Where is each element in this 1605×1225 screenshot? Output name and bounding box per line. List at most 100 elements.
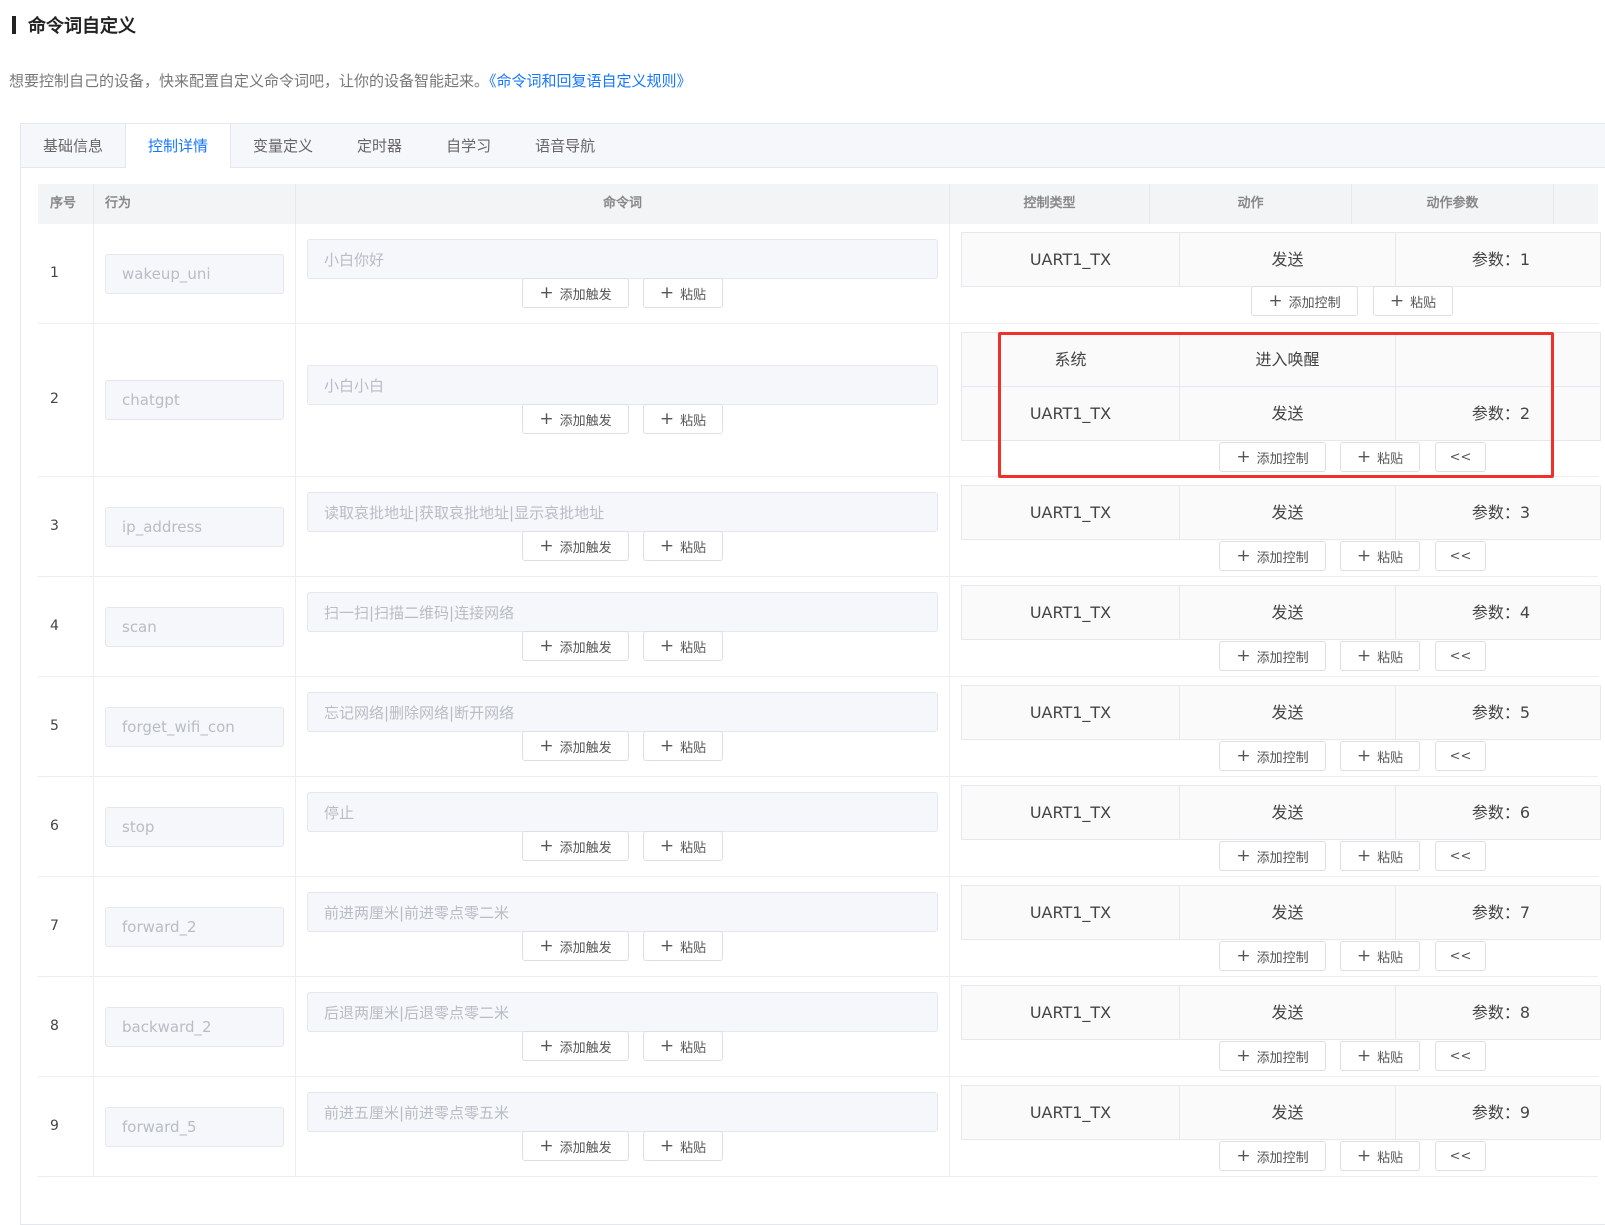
control-action: 发送 [1180,886,1396,939]
behavior-input[interactable]: stop [105,806,284,847]
control-item: UART1_TX 发送 参数：5 [962,686,1600,739]
plus-icon: + [659,635,675,656]
add-trigger-button[interactable]: + 添加触发 [522,831,629,861]
cell-command: 读取哀批地址|获取哀批地址|显示哀批地址 + 添加触发 + 粘贴 [296,477,950,576]
paste-control-button[interactable]: + 粘贴 [1340,442,1420,472]
add-trigger-button[interactable]: + 添加触发 [522,631,629,661]
plus-icon: + [1356,945,1372,966]
paste-control-button[interactable]: + 粘贴 [1340,541,1420,571]
paste-button[interactable]: + 粘贴 [643,631,723,661]
paste-button[interactable]: + 粘贴 [643,931,723,961]
collapse-button-label: << [1449,1048,1472,1064]
add-trigger-button[interactable]: + 添加触发 [522,531,629,561]
control-action: 发送 [1180,387,1396,440]
row-number: 3 [50,517,59,534]
behavior-input[interactable]: chatgpt [105,380,284,420]
behavior-input[interactable]: wakeup_uni [105,253,284,294]
command-input[interactable]: 后退两厘米|后退零点零二米 [307,992,938,1032]
add-control-button[interactable]: + 添加控制 [1219,1041,1326,1071]
paste-control-button[interactable]: + 粘贴 [1340,1041,1420,1071]
plus-icon: + [659,408,675,429]
collapse-button[interactable]: << [1435,1041,1486,1071]
tab-1[interactable]: 基础信息 [21,124,125,167]
add-control-button[interactable]: + 添加控制 [1251,286,1358,316]
tab-panel: 基础信息 控制详情 变量定义 定时器 自学习 语音导航 序号 行为 命令词 控制类型 动作… [20,123,1605,1225]
tab-6[interactable]: 语音导航 [513,124,617,167]
behavior-input[interactable]: forward_5 [105,1106,284,1147]
collapse-button[interactable]: << [1435,641,1486,671]
behavior-input[interactable]: forward_2 [105,906,284,947]
cell-command: 扫一扫|扫描二维码|连接网络 + 添加触发 + 粘贴 [296,577,950,676]
add-trigger-button[interactable]: + 添加触发 [522,404,629,434]
collapse-button[interactable]: << [1435,1141,1486,1171]
paste-control-button[interactable]: + 粘贴 [1340,941,1420,971]
tab-2[interactable]: 控制详情 [125,124,232,168]
collapse-button-label: << [1449,1148,1472,1164]
rules-link[interactable]: 《命令词和回复语自定义规则》 [489,72,692,90]
collapse-button[interactable]: << [1435,741,1486,771]
add-control-button[interactable]: + 添加控制 [1219,741,1326,771]
plus-icon: + [1356,1045,1372,1066]
cell-no: 1 [38,224,94,323]
plus-icon: + [1356,645,1372,666]
control-type: UART1_TX [962,586,1180,639]
command-input[interactable]: 读取哀批地址|获取哀批地址|显示哀批地址 [307,492,938,532]
behavior-input[interactable]: ip_address [105,506,284,547]
paste-button[interactable]: + 粘贴 [643,1131,723,1161]
command-input[interactable]: 前进两厘米|前进零点零二米 [307,892,938,932]
cell-no: 7 [38,877,94,976]
add-control-button[interactable]: + 添加控制 [1219,941,1326,971]
command-input[interactable]: 前进五厘米|前进零点零五米 [307,1092,938,1132]
collapse-button[interactable]: << [1435,541,1486,571]
tab-4[interactable]: 定时器 [335,124,424,167]
control-type: 系统 [962,333,1180,386]
command-input[interactable]: 小白小白 [307,365,938,405]
add-control-button[interactable]: + 添加控制 [1219,442,1326,472]
cell-no: 4 [38,577,94,676]
paste-button[interactable]: + 粘贴 [643,531,723,561]
add-trigger-button[interactable]: + 添加触发 [522,1031,629,1061]
cell-controls: 系统 进入唤醒 UART1_TX 发送 参数：2 + 添加控制 + 粘贴 << [950,324,1601,476]
cell-behavior: wakeup_uni [94,224,296,323]
command-input[interactable]: 停止 [307,792,938,832]
add-trigger-button[interactable]: + 添加触发 [522,278,629,308]
add-trigger-button-label: 添加触发 [559,287,612,303]
tab-5[interactable]: 自学习 [424,124,513,167]
collapse-button[interactable]: << [1435,442,1486,472]
add-control-button[interactable]: + 添加控制 [1219,841,1326,871]
behavior-input[interactable]: backward_2 [105,1006,284,1047]
behavior-input[interactable]: forget_wifi_con [105,706,284,747]
cell-behavior: forward_5 [94,1077,296,1176]
command-input[interactable]: 忘记网络|删除网络|断开网络 [307,692,938,732]
paste-button[interactable]: + 粘贴 [643,278,723,308]
paste-button[interactable]: + 粘贴 [643,831,723,861]
paste-control-button[interactable]: + 粘贴 [1373,286,1453,316]
behavior-input[interactable]: scan [105,606,284,647]
control-param [1396,333,1530,386]
command-input[interactable]: 小白你好 [307,239,938,279]
header-action: 动作 [1150,184,1352,224]
paste-button[interactable]: + 粘贴 [643,1031,723,1061]
command-input[interactable]: 扫一扫|扫描二维码|连接网络 [307,592,938,632]
paste-button[interactable]: + 粘贴 [643,404,723,434]
control-item: UART1_TX 发送 参数：8 [962,986,1600,1039]
paste-control-button[interactable]: + 粘贴 [1340,641,1420,671]
add-trigger-button[interactable]: + 添加触发 [522,731,629,761]
add-control-button[interactable]: + 添加控制 [1219,541,1326,571]
collapse-button[interactable]: << [1435,941,1486,971]
collapse-button[interactable]: << [1435,841,1486,871]
paste-control-button[interactable]: + 粘贴 [1340,841,1420,871]
row-number: 6 [50,817,59,834]
add-trigger-button[interactable]: + 添加触发 [522,1131,629,1161]
tab-3[interactable]: 变量定义 [231,124,335,167]
add-control-button[interactable]: + 添加控制 [1219,641,1326,671]
add-control-button-label: 添加控制 [1256,1050,1309,1066]
paste-button[interactable]: + 粘贴 [643,731,723,761]
control-item: UART1_TX 发送 参数：9 [962,1086,1600,1139]
paste-control-button[interactable]: + 粘贴 [1340,741,1420,771]
add-control-button[interactable]: + 添加控制 [1219,1141,1326,1171]
paste-button-label: 粘贴 [680,840,707,856]
paste-control-button[interactable]: + 粘贴 [1340,1141,1420,1171]
control-list: UART1_TX 发送 参数：4 [961,585,1601,640]
add-trigger-button[interactable]: + 添加触发 [522,931,629,961]
